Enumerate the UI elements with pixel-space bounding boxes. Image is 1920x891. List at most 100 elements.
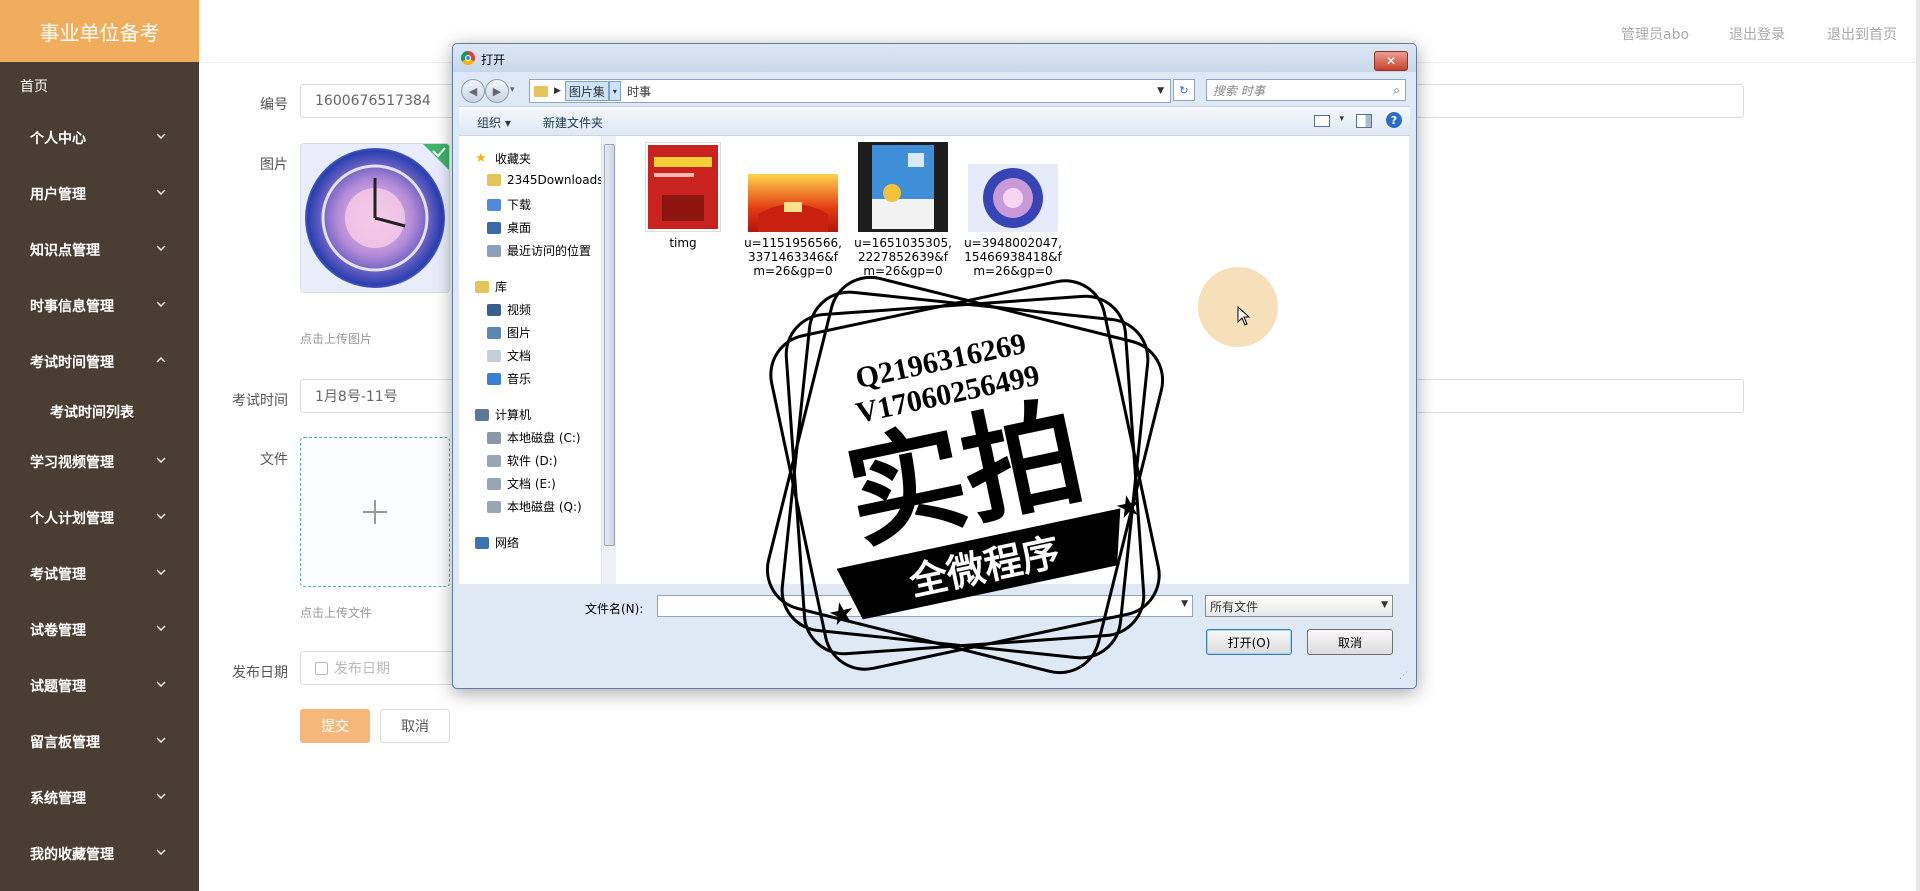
sidebar-item-user-management[interactable]: 用户管理 [0, 166, 199, 222]
image-label: 图片 [260, 157, 288, 173]
chevron-down-icon [153, 128, 169, 144]
tree-item-label: 视频 [507, 303, 532, 317]
tree-item-label: 本地磁盘 (C:) [507, 431, 581, 445]
sidebar-item-exam-time-management[interactable]: 考试时间管理 [0, 334, 199, 390]
history-dropdown-icon[interactable]: ▾ [510, 85, 515, 95]
sidebar-item-favorites-management[interactable]: 我的收藏管理 [0, 826, 199, 882]
sidebar-item-video-management[interactable]: 学习视频管理 [0, 434, 199, 490]
calendar-icon [315, 661, 328, 675]
address-bar[interactable]: ▶ 图片集 ▾ 时事 ▼ [529, 79, 1171, 103]
sidebar-item-home[interactable]: 首页 [0, 62, 199, 110]
tree-item[interactable]: 视频 [487, 301, 531, 318]
sidebar-item-personal-center[interactable]: 个人中心 [0, 110, 199, 166]
tree-item[interactable]: 本地磁盘 (Q:) [487, 498, 582, 515]
computer-icon [475, 408, 489, 421]
open-button[interactable]: 打开(O) [1206, 629, 1292, 655]
sidebar-item-label: 试题管理 [30, 679, 86, 695]
file-item[interactable]: u=1651035305, 2227852639&f m=26&gp=0 [848, 142, 958, 278]
dialog-cancel-button[interactable]: 取消 [1307, 629, 1393, 655]
file-list: timg u=1151956566, 3371463346&f m=26&gp=… [616, 136, 1409, 584]
back-icon[interactable]: ◀ [461, 79, 485, 103]
cancel-button[interactable]: 取消 [380, 709, 450, 743]
chevron-down-icon [153, 620, 169, 636]
sidebar-item-paper-management[interactable]: 试卷管理 [0, 602, 199, 658]
tree-item[interactable]: 最近访问的位置 [487, 242, 591, 259]
sidebar-item-plan-management[interactable]: 个人计划管理 [0, 490, 199, 546]
preview-pane-icon[interactable] [1356, 114, 1372, 128]
sidebar-item-knowledge-management[interactable]: 知识点管理 [0, 222, 199, 278]
file-item[interactable]: u=3948002047, 15466938418&f m=26&gp=0 [958, 142, 1068, 278]
refresh-icon[interactable]: ↻ [1173, 79, 1195, 101]
file-type-select[interactable]: 所有文件 ▼ [1205, 595, 1393, 617]
filename-dropdown-icon[interactable]: ▼ [1181, 599, 1188, 609]
view-dropdown-icon[interactable]: ▾ [1339, 114, 1344, 124]
disk-icon [487, 477, 501, 490]
address-dropdown-icon[interactable]: ▼ [1157, 86, 1164, 96]
file-name-line: u=3948002047, [964, 236, 1062, 250]
resize-grip-icon[interactable]: ⋰ [1399, 671, 1408, 681]
logout-link[interactable]: 退出登录 [1729, 24, 1785, 44]
tree-item[interactable]: 文档 [487, 347, 531, 364]
filename-input[interactable]: ▼ [657, 595, 1193, 617]
forward-icon[interactable]: ▶ [485, 79, 509, 103]
tree-item[interactable]: ★ 收藏夹 [475, 150, 531, 167]
view-options-icon[interactable] [1314, 115, 1330, 127]
tree-scrollbar-thumb[interactable] [604, 144, 615, 546]
tree-item[interactable]: 桌面 [487, 219, 531, 236]
tree-item-label: 文档 (E:) [507, 477, 556, 491]
tree-item[interactable]: 库 [475, 278, 507, 295]
file-name-line: timg [669, 236, 697, 250]
sidebar-subitem-exam-time-list[interactable]: 考试时间列表 [0, 390, 199, 434]
tree-item[interactable]: 网络 [475, 534, 519, 551]
sidebar-item-exam-management[interactable]: 考试管理 [0, 546, 199, 602]
sidebar-item-message-board[interactable]: 留言板管理 [0, 714, 199, 770]
breadcrumb-dropdown-icon[interactable]: ▾ [608, 81, 621, 101]
file-item[interactable]: u=1151956566, 3371463346&f m=26&gp=0 [738, 142, 848, 278]
network-icon [475, 536, 489, 549]
tree-item-label: 最近访问的位置 [507, 244, 592, 258]
sidebar-item-label: 我的收藏管理 [30, 847, 114, 863]
organize-menu[interactable]: 组织 ▾ [477, 114, 511, 131]
sidebar-item-system-management[interactable]: 系统管理 [0, 770, 199, 826]
sidebar-item-label: 考试管理 [30, 567, 86, 583]
tree-item[interactable]: 下载 [487, 196, 531, 213]
tree-item[interactable]: 计算机 [475, 406, 531, 423]
uploaded-image-thumbnail[interactable] [300, 143, 450, 293]
file-name-line: 3371463346&f [748, 250, 838, 264]
tree-item-label: 2345Downloads [507, 173, 604, 187]
tree-item-label: 收藏夹 [495, 152, 532, 166]
tree-scrollbar[interactable] [601, 136, 616, 584]
file-thumbnail [748, 142, 838, 232]
help-icon[interactable]: ? [1386, 112, 1402, 128]
app-brand[interactable]: 事业单位备考 [0, 0, 199, 62]
tree-item[interactable]: 文档 (E:) [487, 475, 556, 492]
search-icon[interactable]: ⌕ [1393, 83, 1400, 98]
page-scrollbar[interactable] [1916, 0, 1920, 891]
sidebar-item-label: 个人中心 [30, 131, 86, 147]
sidebar-item-label: 用户管理 [30, 187, 86, 203]
file-upload-box[interactable] [300, 437, 450, 587]
submit-button[interactable]: 提交 [300, 709, 370, 743]
dialog-title-bar[interactable]: 打开 ✕ [453, 44, 1416, 72]
file-label: 文件 [260, 452, 288, 468]
sidebar-item-question-management[interactable]: 试题管理 [0, 658, 199, 714]
tree-item[interactable]: 2345Downloads [487, 173, 603, 187]
file-item[interactable]: timg [628, 142, 738, 250]
tree-item-label: 计算机 [495, 408, 532, 422]
search-input[interactable]: 搜索 时事 ⌕ [1206, 79, 1406, 101]
sidebar-item-news-management[interactable]: 时事信息管理 [0, 278, 199, 334]
tree-item[interactable]: 本地磁盘 (C:) [487, 429, 581, 446]
tree-item[interactable]: 音乐 [487, 370, 531, 387]
breadcrumb-item[interactable]: 图片集 [564, 81, 609, 101]
publish-date-field[interactable]: 发布日期 [300, 651, 460, 685]
back-home-link[interactable]: 退出到首页 [1827, 24, 1897, 44]
filename-label: 文件名(N): [585, 602, 644, 616]
tree-item[interactable]: 图片 [487, 324, 531, 341]
disk-icon [487, 500, 501, 513]
breadcrumb-item[interactable]: 时事 [627, 83, 651, 100]
tree-item[interactable]: 软件 (D:) [487, 452, 557, 469]
dialog-close-button[interactable]: ✕ [1374, 51, 1408, 71]
sidebar-item-label: 试卷管理 [30, 623, 86, 639]
new-folder-button[interactable]: 新建文件夹 [543, 114, 603, 131]
id-label: 编号 [260, 97, 288, 113]
